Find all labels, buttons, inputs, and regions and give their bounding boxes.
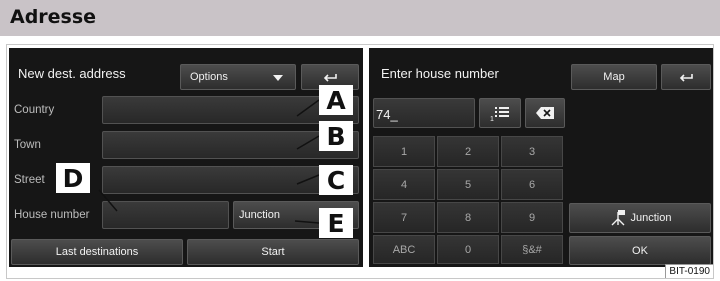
list-button[interactable]: 1 <box>479 98 521 128</box>
back-button[interactable] <box>661 64 711 90</box>
ok-label: OK <box>632 244 648 257</box>
key-10[interactable]: ABC <box>373 235 435 264</box>
key-4[interactable]: 4 <box>373 169 435 200</box>
key-6[interactable]: 6 <box>501 169 563 200</box>
junction-button[interactable]: Junction <box>569 203 711 233</box>
section-title: Adresse <box>10 6 97 28</box>
ok-button[interactable]: OK <box>569 236 711 265</box>
key-3[interactable]: 3 <box>501 136 563 167</box>
new-destination-screen: New dest. address Options Country Town S… <box>9 48 363 267</box>
key-2[interactable]: 2 <box>437 136 499 167</box>
figure: New dest. address Options Country Town S… <box>6 44 714 279</box>
street-label: Street <box>14 174 45 186</box>
key-5[interactable]: 5 <box>437 169 499 200</box>
return-arrow-icon <box>679 74 693 82</box>
map-label: Map <box>603 71 625 83</box>
screen-title: New dest. address <box>18 66 126 81</box>
options-label: Options <box>190 71 228 83</box>
start-label: Start <box>261 246 285 258</box>
section-header: Adresse <box>0 0 720 36</box>
screen-title: Enter house number <box>381 66 499 81</box>
key-11[interactable]: 0 <box>437 235 499 264</box>
figure-id: BIT-0190 <box>665 264 713 278</box>
last-destinations-label: Last destinations <box>55 246 139 258</box>
house-number-screen: Enter house number Map 74_ 1 123456789AB… <box>369 48 713 267</box>
start-button[interactable]: Start <box>187 239 359 265</box>
town-label: Town <box>14 139 41 151</box>
key-1[interactable]: 1 <box>373 136 435 167</box>
house-number-input[interactable]: 74_ <box>373 98 475 128</box>
callout-a: A <box>319 85 353 115</box>
list-icon: 1 <box>490 107 509 121</box>
backspace-button[interactable] <box>525 98 565 128</box>
country-label: Country <box>14 104 55 116</box>
key-8[interactable]: 8 <box>437 202 499 233</box>
callout-e: E <box>319 208 353 238</box>
house-number-label: House number <box>14 209 90 221</box>
last-destinations-button[interactable]: Last destinations <box>11 239 183 265</box>
junction-label: Junction <box>630 212 672 224</box>
chevron-down-icon <box>273 75 283 81</box>
backspace-icon <box>536 107 554 119</box>
junction-flag-icon <box>611 210 625 226</box>
options-button[interactable]: Options <box>180 64 296 90</box>
key-7[interactable]: 7 <box>373 202 435 233</box>
key-9[interactable]: 9 <box>501 202 563 233</box>
return-arrow-icon <box>323 74 337 82</box>
callout-b: B <box>319 121 353 151</box>
junction-label: Junction <box>239 209 280 221</box>
list-icon-index: 1 <box>490 116 494 121</box>
callout-c: C <box>319 165 353 195</box>
callout-d: D <box>56 163 90 193</box>
map-button[interactable]: Map <box>571 64 657 90</box>
house-number-field[interactable] <box>102 201 229 229</box>
key-12[interactable]: §&# <box>501 235 563 264</box>
